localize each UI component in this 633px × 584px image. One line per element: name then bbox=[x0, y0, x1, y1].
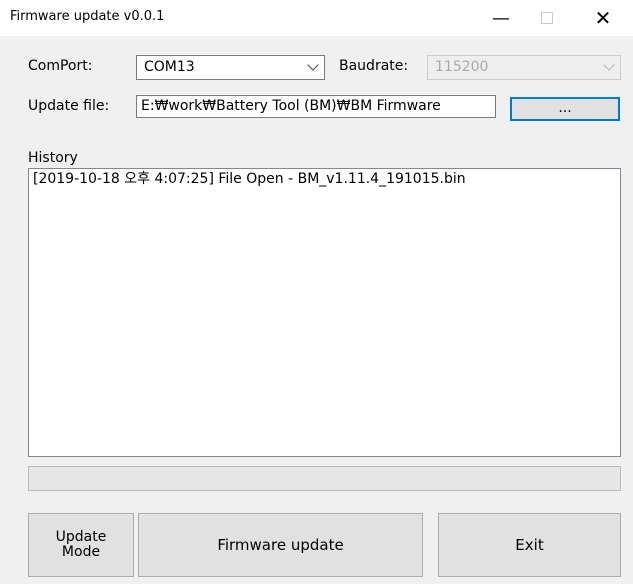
firmware-update-button[interactable]: Firmware update bbox=[138, 513, 423, 577]
update-mode-label-line2: Mode bbox=[61, 544, 101, 560]
baudrate-select[interactable]: 115200 bbox=[427, 55, 621, 80]
baudrate-value: 115200 bbox=[435, 59, 489, 75]
progress-bar bbox=[28, 466, 621, 491]
update-file-path-input[interactable]: E:₩work₩Battery Tool (BM)₩BM Firmware bbox=[136, 95, 496, 118]
chevron-down-icon bbox=[307, 59, 319, 71]
update-file-label: Update file: bbox=[28, 98, 110, 114]
history-label: History bbox=[28, 150, 78, 166]
firmware-update-label: Firmware update bbox=[217, 536, 344, 554]
chevron-down-icon bbox=[603, 59, 615, 71]
close-button[interactable]: ✕ bbox=[580, 0, 626, 36]
exit-button[interactable]: Exit bbox=[438, 513, 621, 577]
minimize-icon: — bbox=[492, 7, 510, 29]
history-list[interactable]: [2019-10-18 오후 4:07:25] File Open - BM_v… bbox=[28, 168, 621, 457]
comport-label: ComPort: bbox=[28, 58, 93, 74]
update-file-path: E:₩work₩Battery Tool (BM)₩BM Firmware bbox=[141, 98, 441, 114]
maximize-button bbox=[524, 0, 570, 36]
maximize-icon bbox=[541, 12, 553, 24]
list-item: [2019-10-18 오후 4:07:25] File Open - BM_v… bbox=[33, 171, 466, 187]
close-icon: ✕ bbox=[594, 6, 612, 30]
browse-file-button[interactable]: ... bbox=[510, 97, 620, 121]
comport-select[interactable]: COM13 bbox=[136, 55, 325, 80]
comport-value: COM13 bbox=[144, 59, 195, 75]
exit-label: Exit bbox=[515, 536, 544, 554]
baudrate-label: Baudrate: bbox=[339, 58, 409, 74]
update-mode-label-line1: Update bbox=[55, 529, 107, 545]
browse-label: ... bbox=[558, 100, 572, 116]
update-mode-button[interactable]: Update Mode bbox=[28, 513, 134, 577]
title-bar: Firmware update v0.0.1 — ✕ bbox=[0, 0, 633, 36]
window-title: Firmware update v0.0.1 bbox=[10, 9, 165, 24]
minimize-button[interactable]: — bbox=[478, 0, 524, 36]
